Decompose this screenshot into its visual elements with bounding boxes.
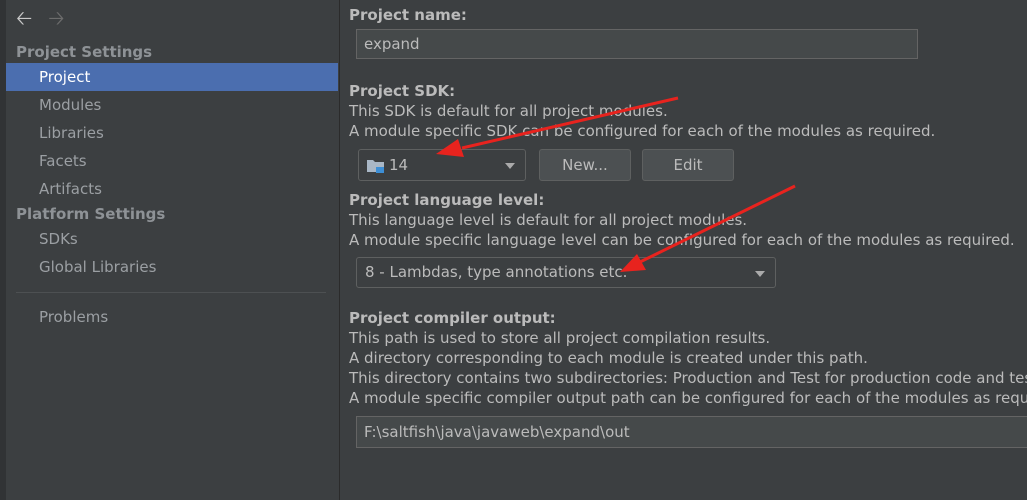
sidebar-divider: [16, 292, 326, 293]
language-level-selected-value: 8 - Lambdas, type annotations etc.: [365, 263, 628, 281]
arrow-right-icon[interactable]: 🡢: [48, 6, 64, 30]
sidebar-item-artifacts[interactable]: Artifacts: [6, 175, 338, 203]
sdk-dropdown[interactable]: 14: [358, 149, 526, 181]
project-sdk-desc-2: A module specific SDK can be configured …: [349, 122, 936, 140]
compiler-output-label: Project compiler output:: [349, 309, 556, 327]
section-header-project-settings: Project Settings: [16, 43, 153, 61]
folder-icon: [367, 160, 384, 173]
language-level-dropdown[interactable]: 8 - Lambdas, type annotations etc.: [356, 257, 776, 288]
language-level-desc-2: A module specific language level can be …: [349, 231, 1015, 249]
project-name-label: Project name:: [349, 6, 467, 24]
compiler-output-desc-4: A module specific compiler output path c…: [349, 389, 1027, 407]
sdk-selected-value: 14: [389, 156, 409, 174]
sidebar-item-facets[interactable]: Facets: [6, 147, 338, 175]
project-sdk-label: Project SDK:: [349, 82, 456, 100]
project-name-field[interactable]: expand: [356, 29, 918, 59]
language-level-desc-1: This language level is default for all p…: [349, 211, 748, 229]
language-level-label: Project language level:: [349, 191, 545, 209]
section-header-platform-settings: Platform Settings: [16, 205, 166, 223]
sidebar-item-modules[interactable]: Modules: [6, 91, 338, 119]
sidebar-item-libraries[interactable]: Libraries: [6, 119, 338, 147]
project-settings-panel: Project name: expand Project SDK: This S…: [340, 0, 1027, 500]
arrow-left-icon[interactable]: 🡠: [16, 6, 32, 30]
sidebar-item-sdks[interactable]: SDKs: [6, 225, 338, 253]
compiler-output-path-field[interactable]: F:\saltfish\java\javaweb\expand\out: [356, 416, 1027, 448]
compiler-output-desc-3: This directory contains two subdirectori…: [349, 369, 1027, 387]
sdk-edit-button[interactable]: Edit: [642, 149, 734, 181]
sidebar-item-problems[interactable]: Problems: [6, 303, 338, 331]
compiler-output-desc-1: This path is used to store all project c…: [349, 329, 771, 347]
chevron-down-icon: [505, 163, 515, 169]
sdk-new-button[interactable]: New...: [539, 149, 631, 181]
sidebar-item-project[interactable]: Project: [6, 63, 338, 91]
project-sdk-desc-1: This SDK is default for all project modu…: [349, 102, 668, 120]
compiler-output-desc-2: A directory corresponding to each module…: [349, 349, 868, 367]
sidebar-item-global-libraries[interactable]: Global Libraries: [6, 253, 338, 281]
settings-sidebar: 🡠 🡢 Project Settings Project Modules Lib…: [0, 0, 340, 500]
chevron-down-icon: [755, 270, 765, 277]
history-navigation: 🡠 🡢: [16, 6, 64, 30]
